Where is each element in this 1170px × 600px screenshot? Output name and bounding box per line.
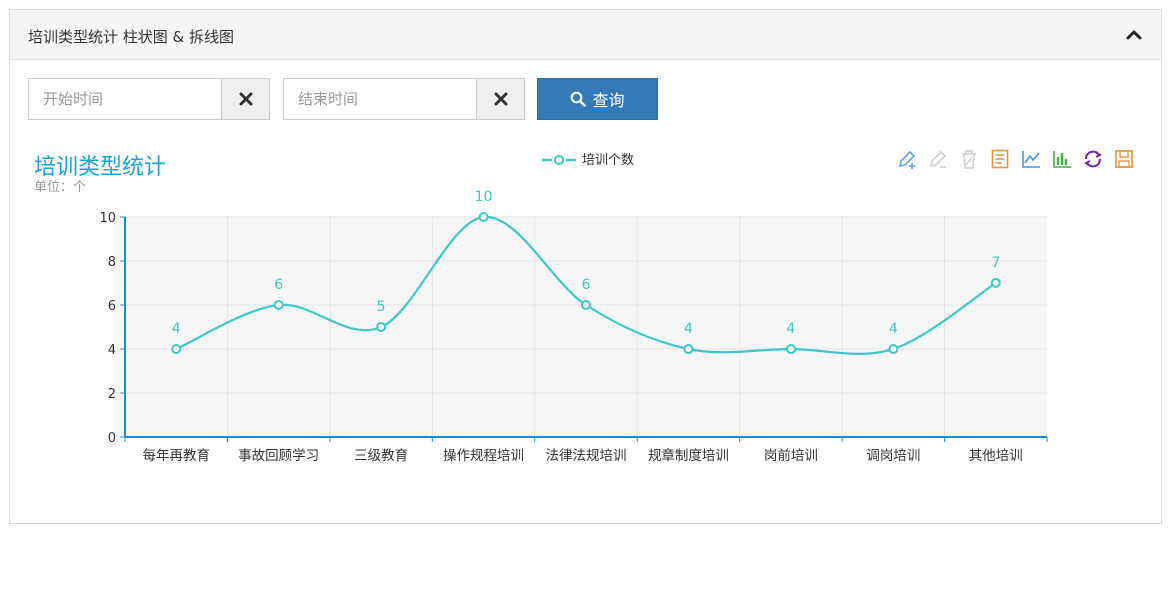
plot-area bbox=[125, 217, 1047, 437]
legend-label: 培训个数 bbox=[582, 152, 634, 168]
data-label: 4 bbox=[684, 321, 693, 337]
data-point bbox=[990, 278, 1001, 288]
data-point bbox=[376, 322, 387, 332]
y-tick-label: 0 bbox=[108, 431, 116, 446]
query-label: 查询 bbox=[592, 91, 625, 110]
data-point bbox=[273, 300, 284, 310]
data-point bbox=[785, 344, 796, 354]
close-icon bbox=[494, 92, 507, 106]
x-tick-label: 操作规程培训 bbox=[443, 448, 524, 464]
chevron-up-icon[interactable] bbox=[1125, 26, 1143, 44]
legend[interactable]: 培训个数 bbox=[542, 152, 634, 168]
data-label: 7 bbox=[991, 255, 1000, 271]
data-point bbox=[683, 344, 694, 354]
query-button[interactable]: 查询 bbox=[537, 78, 658, 120]
data-label: 6 bbox=[274, 277, 283, 293]
data-point bbox=[171, 344, 182, 354]
chart-title: 培训类型统计 bbox=[34, 155, 166, 180]
y-tick-label: 8 bbox=[108, 255, 116, 270]
x-tick-label: 规章制度培训 bbox=[648, 447, 729, 464]
x-tick-label: 每年再教育 bbox=[142, 448, 210, 464]
data-label: 5 bbox=[377, 299, 386, 315]
clear-end-button[interactable] bbox=[476, 79, 524, 119]
line-chart: 培训类型统计 单位：个 培训个数 0 2 4 6 8 10 每年再教育 事故回顾学习 三级教育 操… bbox=[34, 152, 1048, 464]
end-time-input[interactable] bbox=[284, 79, 474, 119]
end-time-field bbox=[283, 78, 525, 120]
x-tick-label: 岗前培训 bbox=[764, 447, 818, 464]
data-label: 6 bbox=[582, 277, 591, 293]
y-tick-label: 2 bbox=[108, 387, 116, 402]
data-point bbox=[478, 212, 489, 222]
search-icon bbox=[571, 91, 587, 107]
data-label: 4 bbox=[889, 321, 898, 337]
data-point bbox=[581, 300, 591, 310]
data-label: 10 bbox=[475, 189, 493, 205]
close-icon bbox=[239, 92, 252, 106]
x-tick-label: 其他培训 bbox=[969, 448, 1023, 464]
x-tick-label: 事故回顾学习 bbox=[238, 448, 319, 464]
x-tick-label: 三级教育 bbox=[354, 448, 408, 464]
panel-header: 培训类型统计 柱状图 & 拆线图 bbox=[10, 10, 1161, 60]
chart-panel: 培训类型统计 柱状图 & 拆线图 查询 培训类型统计 单位：个 bbox=[9, 9, 1162, 524]
start-time-input[interactable] bbox=[29, 79, 219, 119]
data-point bbox=[888, 344, 899, 354]
chart-subtitle: 单位：个 bbox=[34, 180, 86, 195]
clear-start-button[interactable] bbox=[221, 79, 269, 119]
y-tick-label: 6 bbox=[108, 299, 116, 314]
y-tick-label: 4 bbox=[108, 343, 116, 358]
y-tick-label: 10 bbox=[99, 211, 116, 226]
start-time-field bbox=[28, 78, 270, 120]
x-tick-label: 调岗培训 bbox=[866, 448, 920, 464]
data-label: 4 bbox=[786, 321, 795, 337]
panel-title: 培训类型统计 柱状图 & 拆线图 bbox=[28, 28, 235, 46]
data-label: 4 bbox=[172, 321, 181, 337]
x-tick-label: 法律法规培训 bbox=[546, 448, 627, 464]
